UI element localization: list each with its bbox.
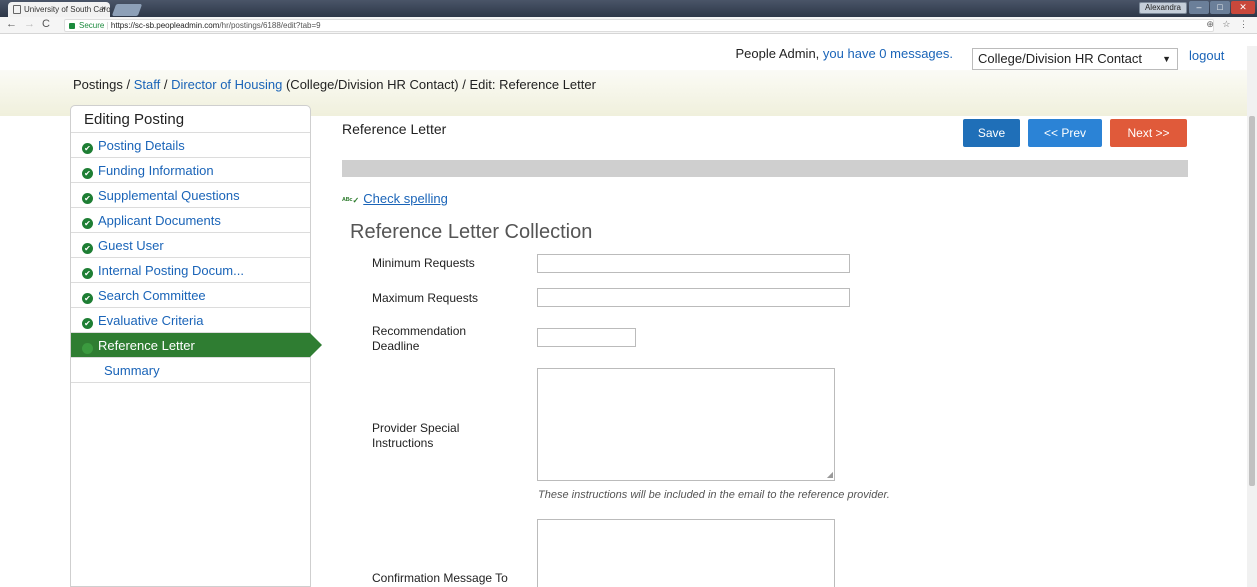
breadcrumb-staff[interactable]: Staff bbox=[134, 77, 161, 92]
sidebar-item-label: Supplemental Questions bbox=[98, 188, 240, 203]
breadcrumb-current: Edit: Reference Letter bbox=[469, 77, 596, 92]
breadcrumb-sep: / bbox=[458, 77, 470, 92]
editing-sidebar: Editing Posting ✔ Posting Details ✔ Fundin… bbox=[70, 105, 322, 587]
page-title: Reference Letter bbox=[342, 121, 447, 137]
window-user-badge[interactable]: Alexandra bbox=[1138, 2, 1187, 14]
breadcrumb-sep: / bbox=[122, 77, 134, 92]
breadcrumb: Postings / Staff / Director of Housing (… bbox=[73, 77, 596, 92]
breadcrumb-role: (College/Division HR Contact) bbox=[282, 77, 459, 92]
sidebar-item-summary[interactable]: Summary bbox=[71, 358, 310, 383]
sidebar-item-label: Posting Details bbox=[98, 138, 185, 153]
instructions-hint: These instructions will be included in t… bbox=[538, 489, 890, 501]
maximize-button[interactable]: □ bbox=[1210, 1, 1230, 14]
sidebar-item-label: Search Committee bbox=[98, 288, 206, 303]
check-icon: ✔ bbox=[82, 218, 93, 229]
url-path: /hr/postings/6188/edit?tab=9 bbox=[219, 21, 321, 30]
logout-link[interactable]: logout bbox=[1189, 48, 1224, 63]
minimize-button[interactable]: – bbox=[1189, 1, 1209, 14]
browser-tab[interactable]: University of South Caro × bbox=[8, 2, 110, 17]
resize-grip-icon[interactable]: ◢ bbox=[827, 470, 833, 479]
check-spelling-link[interactable]: Check spelling bbox=[363, 191, 448, 206]
reload-icon[interactable]: C bbox=[42, 18, 50, 30]
role-select[interactable]: College/Division HR Contact ▼ bbox=[972, 48, 1178, 70]
maximum-requests-input[interactable] bbox=[537, 288, 850, 307]
greeting-text: People Admin, bbox=[735, 46, 820, 61]
check-icon: ✔ bbox=[82, 168, 93, 179]
maximum-requests-label: Maximum Requests bbox=[372, 291, 479, 305]
secure-label: Secure bbox=[79, 21, 105, 30]
url-host: https://sc-sb.peopleadmin.com bbox=[110, 21, 220, 30]
sidebar-item-evaluative-criteria[interactable]: ✔ Evaluative Criteria bbox=[71, 308, 310, 333]
minimum-requests-input[interactable] bbox=[537, 254, 850, 273]
check-icon: ✔ bbox=[82, 268, 93, 279]
address-bar-actions[interactable]: ⊕ ☆ ⋮ bbox=[1206, 19, 1251, 30]
close-window-button[interactable]: ✕ bbox=[1231, 1, 1255, 14]
confirmation-message-textarea[interactable] bbox=[537, 519, 835, 587]
tab-title: University of South Caro bbox=[24, 5, 110, 14]
check-icon: ✔ bbox=[82, 343, 93, 354]
sidebar-item-label: Reference Letter bbox=[98, 338, 195, 353]
new-tab-button[interactable] bbox=[111, 4, 143, 16]
prev-button[interactable]: << Prev bbox=[1028, 119, 1102, 147]
recommendation-deadline-label: Recommendation Deadline bbox=[372, 324, 467, 353]
sidebar-item-search-committee[interactable]: ✔ Search Committee bbox=[71, 283, 310, 308]
provider-instructions-textarea[interactable]: ◢ bbox=[537, 368, 835, 481]
back-icon[interactable]: ← bbox=[6, 18, 17, 30]
spellcheck-icon: ᴬᴮᶜ✓ bbox=[342, 196, 360, 205]
sidebar-item-reference-letter[interactable]: ✔ Reference Letter bbox=[71, 333, 322, 358]
chevron-down-icon: ▼ bbox=[1162, 54, 1171, 64]
section-title: Reference Letter Collection bbox=[350, 221, 593, 243]
check-icon: ✔ bbox=[82, 243, 93, 254]
scrollbar-thumb[interactable] bbox=[1249, 116, 1255, 486]
user-greeting: People Admin, you have 0 messages. bbox=[735, 46, 953, 61]
recommendation-deadline-input[interactable] bbox=[537, 328, 636, 347]
breadcrumb-postings: Postings bbox=[73, 77, 123, 92]
sidebar-item-posting-details[interactable]: ✔ Posting Details bbox=[71, 133, 310, 158]
lock-icon bbox=[69, 23, 75, 29]
sidebar-item-label: Evaluative Criteria bbox=[98, 313, 204, 328]
save-button[interactable]: Save bbox=[963, 119, 1020, 147]
url-field[interactable]: Secure | https://sc-sb.peopleadmin.com/h… bbox=[64, 19, 1214, 32]
check-icon: ✔ bbox=[82, 193, 93, 204]
breadcrumb-position[interactable]: Director of Housing bbox=[171, 77, 282, 92]
breadcrumb-sep: / bbox=[160, 77, 172, 92]
progress-bar bbox=[342, 160, 1188, 177]
browser-titlebar: University of South Caro × Alexandra – □… bbox=[0, 0, 1257, 17]
next-button[interactable]: Next >> bbox=[1110, 119, 1187, 147]
sidebar-item-label: Internal Posting Docum... bbox=[98, 263, 244, 278]
close-tab-icon[interactable]: × bbox=[101, 4, 106, 13]
sidebar-item-guest-user[interactable]: ✔ Guest User bbox=[71, 233, 310, 258]
sidebar-item-internal-posting-documents[interactable]: ✔ Internal Posting Docum... bbox=[71, 258, 310, 283]
minimum-requests-label: Minimum Requests bbox=[372, 256, 475, 270]
sidebar-heading: Editing Posting bbox=[71, 106, 310, 133]
check-icon: ✔ bbox=[82, 143, 93, 154]
confirmation-message-label: Confirmation Message To bbox=[372, 571, 508, 585]
sidebar-item-funding-information[interactable]: ✔ Funding Information bbox=[71, 158, 310, 183]
sidebar-item-label: Applicant Documents bbox=[98, 213, 221, 228]
page-scrollbar[interactable] bbox=[1247, 46, 1257, 587]
sidebar-item-label: Summary bbox=[104, 363, 160, 378]
check-icon: ✔ bbox=[82, 293, 93, 304]
role-select-value: College/Division HR Contact bbox=[978, 51, 1143, 66]
sidebar-item-label: Funding Information bbox=[98, 163, 214, 178]
address-bar: ← → C Secure | https://sc-sb.peopleadmin… bbox=[0, 17, 1257, 34]
provider-instructions-label: Provider Special Instructions bbox=[372, 421, 460, 450]
page-icon bbox=[13, 5, 21, 14]
sidebar-item-supplemental-questions[interactable]: ✔ Supplemental Questions bbox=[71, 183, 310, 208]
check-spelling[interactable]: ᴬᴮᶜ✓ Check spelling bbox=[342, 191, 448, 206]
forward-icon[interactable]: → bbox=[24, 18, 35, 30]
sidebar-item-applicant-documents[interactable]: ✔ Applicant Documents bbox=[71, 208, 310, 233]
check-icon: ✔ bbox=[82, 318, 93, 329]
messages-link[interactable]: you have 0 messages. bbox=[823, 46, 953, 61]
sidebar-item-label: Guest User bbox=[98, 238, 164, 253]
